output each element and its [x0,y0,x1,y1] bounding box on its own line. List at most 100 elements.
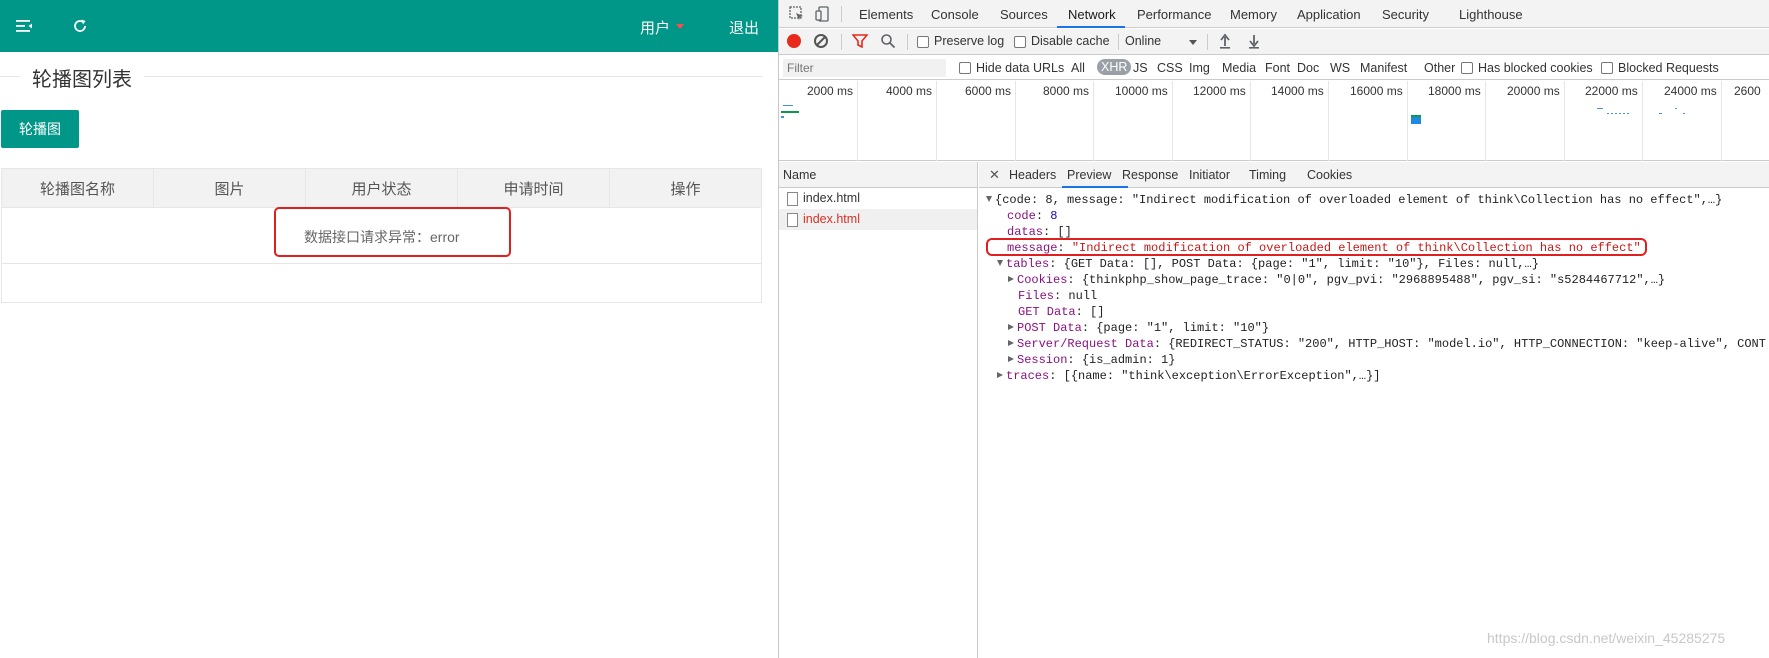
tab-cookies[interactable]: Cookies [1307,168,1352,182]
tab-response[interactable]: Response [1122,168,1178,182]
json-field-cookies[interactable]: Cookies: {thinkphp_show_page_trace: "0|0… [1008,272,1665,288]
table-header-row: 轮播图名称 图片 用户状态 申请时间 操作 [2,169,761,208]
filter-type-font[interactable]: Font [1265,61,1290,75]
chevron-down-icon[interactable] [1189,40,1197,45]
has-blocked-cookies-label: Has blocked cookies [1478,61,1593,75]
timeline-request-bar [1675,108,1677,109]
timeline-request-bar [1683,113,1685,114]
menu-fold-icon[interactable] [14,16,34,36]
collapsed-triangle-icon[interactable] [1008,324,1014,330]
add-carousel-button[interactable]: 轮播图 [1,110,79,148]
filter-input[interactable] [783,59,946,77]
export-har-icon[interactable] [1247,33,1261,52]
blocked-requests-checkbox[interactable] [1601,62,1613,74]
timeline-gridline [1564,81,1565,161]
expand-triangle-icon[interactable] [997,260,1003,266]
collapsed-triangle-icon[interactable] [997,372,1003,378]
close-icon[interactable]: ✕ [989,167,1000,183]
toolbar-divider [907,34,908,50]
json-field-traces[interactable]: traces: [{name: "think\exception\ErrorEx… [997,368,1380,384]
request-row-selected[interactable]: index.html [779,209,977,230]
column-header-image[interactable]: 图片 [154,169,306,207]
collapsed-triangle-icon[interactable] [1008,340,1014,346]
filter-type-img[interactable]: Img [1189,61,1210,75]
column-header-time[interactable]: 申请时间 [458,169,610,207]
hide-data-urls-label: Hide data URLs [976,61,1065,75]
json-key: datas [1007,225,1044,239]
request-row[interactable]: index.html [779,188,977,209]
filter-type-manifest[interactable]: Manifest [1360,61,1407,75]
timeline-request-bar [781,111,799,113]
caret-down-icon[interactable] [676,24,684,29]
filter-type-js[interactable]: JS [1133,61,1148,75]
column-header-actions[interactable]: 操作 [610,169,761,207]
json-field-tables[interactable]: tables: {GET Data: [], POST Data: {page:… [997,256,1539,272]
json-field-session[interactable]: Session: {is_admin: 1} [1008,352,1175,368]
column-header-name[interactable]: 轮播图名称 [2,169,154,207]
filter-icon[interactable] [851,34,869,51]
filter-type-doc[interactable]: Doc [1297,61,1319,75]
tab-console[interactable]: Console [931,7,979,22]
inspect-element-icon[interactable] [789,6,805,22]
timeline-gridline [936,81,937,161]
json-field-post-data[interactable]: POST Data: {page: "1", limit: "10"} [1008,320,1269,336]
import-har-icon[interactable] [1218,33,1232,52]
json-field-server-request-data[interactable]: Server/Request Data: {REDIRECT_STATUS: "… [1008,336,1766,352]
tab-memory[interactable]: Memory [1230,7,1277,22]
preserve-log-checkbox[interactable] [917,36,929,48]
logout-link[interactable]: 退出 [729,17,759,38]
filter-type-ws[interactable]: WS [1330,61,1350,75]
tab-preview[interactable]: Preview [1067,168,1111,182]
expand-triangle-icon[interactable] [986,196,992,202]
filter-type-css[interactable]: CSS [1157,61,1183,75]
tab-performance[interactable]: Performance [1137,7,1211,22]
json-key: Session [1017,353,1068,367]
filter-type-media[interactable]: Media [1222,61,1256,75]
tab-headers[interactable]: Headers [1009,168,1056,182]
json-root-node[interactable]: {code: 8, message: "Indirect modificatio… [986,192,1722,208]
search-icon[interactable] [880,33,896,52]
timeline-request-bar [1411,115,1421,124]
network-filterbar: Hide data URLs All XHR JS CSS Img Media … [779,56,1769,80]
tab-network[interactable]: Network [1068,7,1116,22]
clear-icon[interactable] [814,34,828,48]
collapsed-triangle-icon[interactable] [1008,356,1014,362]
disable-cache-label: Disable cache [1031,34,1110,48]
refresh-icon[interactable] [70,16,90,36]
filter-type-xhr[interactable]: XHR [1097,59,1132,75]
throttling-select[interactable]: Online [1125,34,1161,48]
json-value: {is_admin: 1} [1081,353,1176,367]
json-key: Files [1018,289,1055,303]
collapsed-triangle-icon[interactable] [1008,276,1014,282]
timeline-tick-label: 14000 ms [1271,84,1324,98]
tab-lighthouse[interactable]: Lighthouse [1459,7,1523,22]
filter-type-all[interactable]: All [1071,61,1085,75]
preserve-log-label: Preserve log [934,34,1005,48]
filter-type-other[interactable]: Other [1424,61,1455,75]
active-tab-indicator [1062,186,1128,188]
device-toolbar-icon[interactable] [815,6,831,22]
column-header-status[interactable]: 用户状态 [306,169,458,207]
tab-initiator[interactable]: Initiator [1189,168,1230,182]
record-icon[interactable] [787,34,801,48]
timeline-gridline [1093,81,1094,161]
name-column-header[interactable]: Name [779,162,977,188]
watermark-text: https://blog.csdn.net/weixin_45285275 [1487,630,1726,646]
disable-cache-checkbox[interactable] [1014,36,1026,48]
timeline-tick-label: 24000 ms [1664,84,1717,98]
tab-application[interactable]: Application [1297,7,1361,22]
tab-security[interactable]: Security [1382,7,1429,22]
tab-elements[interactable]: Elements [859,7,913,22]
json-value: {REDIRECT_STATUS: "200", HTTP_HOST: "mod… [1168,337,1766,351]
request-name-column: Name index.html index.html [779,162,978,658]
tab-timing[interactable]: Timing [1249,168,1286,182]
has-blocked-cookies-checkbox[interactable] [1461,62,1473,74]
timeline-tick-label: 22000 ms [1585,84,1638,98]
network-timeline-overview[interactable]: 2000 ms 4000 ms 6000 ms 8000 ms 10000 ms… [779,81,1769,161]
timeline-request-bar [1597,108,1603,109]
json-key: traces [1006,369,1050,383]
tab-sources[interactable]: Sources [1000,7,1048,22]
hide-data-urls-checkbox[interactable] [959,62,971,74]
user-menu[interactable]: 用户 [640,17,670,38]
toolbar-divider [1118,34,1119,50]
